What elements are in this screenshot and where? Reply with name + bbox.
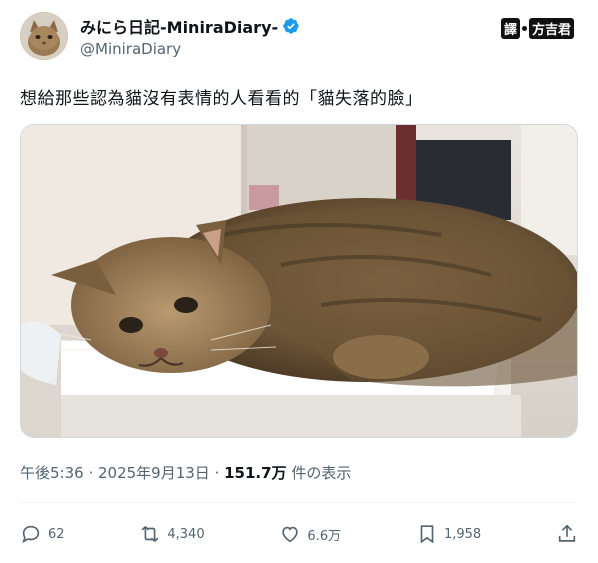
like-icon: [282, 526, 299, 543]
tweet-timestamp[interactable]: 午後5:36 · 2025年9月13日 ·: [20, 464, 224, 482]
reply-button[interactable]: 62: [20, 523, 65, 545]
watermark-dot-icon: [521, 26, 527, 31]
share-button[interactable]: [556, 523, 578, 545]
tweet-actions: 62 4,340 6.6万 1,958: [20, 518, 578, 550]
bookmark-button[interactable]: 1,958: [416, 523, 481, 545]
tweet-photo[interactable]: [20, 124, 578, 438]
reply-count: 62: [48, 526, 65, 542]
bookmark-count: 1,958: [443, 526, 482, 542]
divider: [20, 502, 578, 503]
tweet-header: みにら日記-MiniraDiary- @MiniraDiary 譯 方吉君: [20, 12, 580, 68]
view-count: 151.7万: [224, 464, 287, 482]
like-count: 6.6万: [307, 528, 342, 544]
bookmark-icon: [420, 525, 434, 544]
tweet-meta: 午後5:36 · 2025年9月13日 · 151.7万 件の表示: [20, 462, 351, 483]
watermark-author-label: 方吉君: [528, 18, 574, 39]
cat-photo-illustration: [21, 125, 577, 437]
retweet-button[interactable]: 4,340: [139, 523, 205, 545]
translator-watermark: 譯 方吉君: [500, 18, 574, 39]
verified-badge-icon: [283, 18, 299, 34]
cat-avatar-icon: [20, 12, 68, 60]
user-name-row: みにら日記-MiniraDiary-: [80, 14, 300, 38]
retweet-count: 4,340: [167, 526, 205, 542]
retweet-icon: [141, 526, 159, 542]
user-handle[interactable]: @MiniraDiary: [80, 40, 181, 58]
watermark-translate-label: 譯: [500, 18, 520, 39]
like-button[interactable]: 6.6万: [279, 523, 341, 545]
user-display-name[interactable]: みにら日記-MiniraDiary-: [80, 14, 278, 38]
user-avatar[interactable]: [20, 12, 68, 60]
view-count-suffix: 件の表示: [286, 464, 352, 482]
tweet-text: 想給那些認為貓沒有表情的人看看的「貓失落的臉」: [20, 89, 423, 109]
share-icon: [558, 524, 576, 542]
reply-icon: [22, 525, 40, 543]
